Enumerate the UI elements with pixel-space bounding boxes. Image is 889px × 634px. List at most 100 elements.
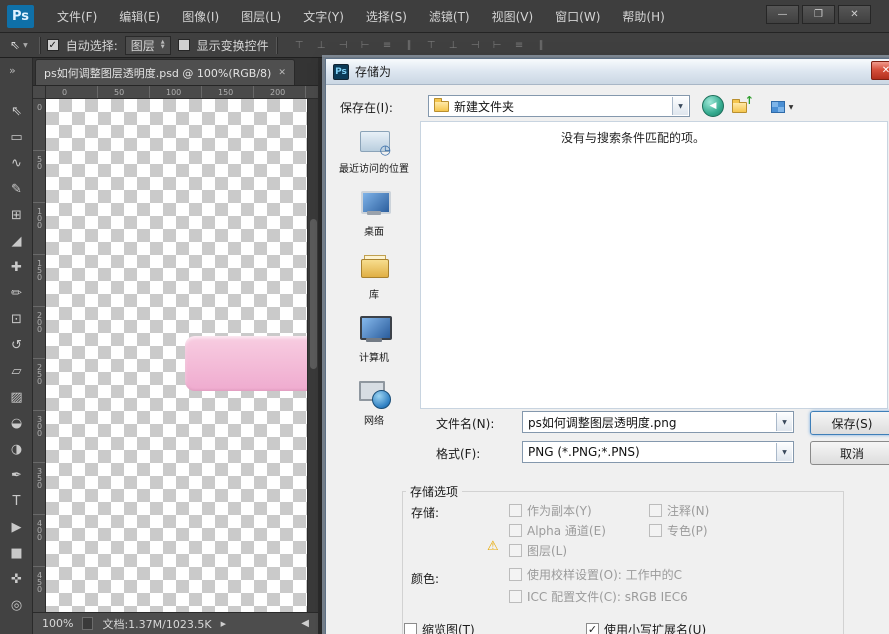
quick-selection-tool[interactable]: ✎: [4, 176, 30, 202]
place-libraries[interactable]: 库: [334, 251, 414, 301]
file-list[interactable]: 没有与搜索条件匹配的项。: [420, 121, 888, 409]
healing-brush-tool[interactable]: ✚: [4, 254, 30, 280]
align-button-3[interactable]: ⊣: [334, 36, 353, 54]
menu-bar: Ps 文件(F)编辑(E)图像(I)图层(L)文字(Y)选择(S)滤镜(T)视图…: [0, 0, 889, 33]
minimize-button[interactable]: —: [766, 5, 799, 24]
save-in-dropdown[interactable]: 新建文件夹 ▼: [428, 95, 690, 117]
annotations-checkbox[interactable]: [649, 504, 662, 517]
align-button-4[interactable]: ⊢: [356, 36, 375, 54]
place-recent-places[interactable]: 最近访问的位置: [334, 125, 414, 175]
menu-type[interactable]: 文字(Y): [292, 0, 355, 32]
menu-filter[interactable]: 滤镜(T): [418, 0, 481, 32]
hand-tool[interactable]: ✜: [4, 566, 30, 592]
place-computer[interactable]: 计算机: [334, 314, 414, 364]
up-one-level-button[interactable]: ↑: [730, 97, 754, 117]
dropdown-arrow-icon[interactable]: ▼: [672, 97, 688, 115]
close-button[interactable]: ✕: [838, 5, 871, 24]
show-transform-checkbox[interactable]: [178, 39, 190, 51]
color-row-label: 颜色:: [411, 570, 439, 587]
views-grid-icon: [771, 101, 785, 113]
clone-stamp-tool[interactable]: ⊡: [4, 306, 30, 332]
auto-select-target-value: 图层: [131, 37, 155, 54]
menu-select[interactable]: 选择(S): [355, 0, 418, 32]
align-button-9[interactable]: ⊣: [466, 36, 485, 54]
scroll-left-arrow-icon[interactable]: ◀: [301, 618, 309, 629]
align-button-7[interactable]: ⊤: [422, 36, 441, 54]
history-brush-tool[interactable]: ↺: [4, 332, 30, 358]
auto-select-target-dropdown[interactable]: 图层 ▲▼: [125, 36, 171, 55]
lasso-tool[interactable]: ∿: [4, 150, 30, 176]
eyedropper-tool[interactable]: ◢: [4, 228, 30, 254]
options-bar: ⇖ ▼ 自动选择: 图层 ▲▼ 显示变换控件 ⊤⊥⊣⊢≡∥⊤⊥⊣⊢≡∥: [0, 33, 889, 58]
separator: [39, 37, 40, 54]
rectangular-marquee-tool[interactable]: ▭: [4, 124, 30, 150]
align-button-10[interactable]: ⊢: [488, 36, 507, 54]
blur-tool[interactable]: ◒: [4, 410, 30, 436]
align-button-2[interactable]: ⊥: [312, 36, 331, 54]
move-tool-icon: ⇖: [10, 38, 20, 52]
collapse-panel-chevron-icon[interactable]: »: [9, 64, 16, 77]
gradient-tool[interactable]: ▨: [4, 384, 30, 410]
place-network[interactable]: 网络: [334, 377, 414, 427]
icc-profile-checkbox[interactable]: [509, 590, 522, 603]
dialog-close-button[interactable]: ✕: [871, 61, 889, 80]
status-options-arrow-icon[interactable]: ▶: [221, 620, 226, 628]
restore-button[interactable]: ❐: [802, 5, 835, 24]
document-tab[interactable]: ps如何调整图层透明度.psd @ 100%(RGB/8) ✕: [35, 59, 295, 85]
menu-file[interactable]: 文件(F): [46, 0, 108, 32]
align-button-1[interactable]: ⊤: [290, 36, 309, 54]
alpha-channels-checkbox[interactable]: [509, 524, 522, 537]
type-tool[interactable]: T: [4, 488, 30, 514]
menu-window[interactable]: 窗口(W): [544, 0, 611, 32]
menu-image[interactable]: 图像(I): [171, 0, 230, 32]
auto-select-checkbox[interactable]: [47, 39, 59, 51]
filename-input[interactable]: ps如何调整图层透明度.png ▼: [522, 411, 794, 433]
zoom-level[interactable]: 100%: [42, 617, 73, 630]
menu-edit[interactable]: 编辑(E): [108, 0, 171, 32]
use-proof-checkbox[interactable]: [509, 568, 522, 581]
shape-tool[interactable]: ■: [4, 540, 30, 566]
pen-tool[interactable]: ✒: [4, 462, 30, 488]
format-dropdown[interactable]: PNG (*.PNG;*.PNS) ▼: [522, 441, 794, 463]
scrollbar-thumb[interactable]: [310, 219, 317, 369]
canvas[interactable]: [46, 99, 318, 612]
canvas-vertical-scrollbar[interactable]: [307, 99, 318, 612]
show-transform-label: 显示变换控件: [197, 37, 269, 54]
dropdown-arrow-icon[interactable]: ▼: [776, 443, 792, 461]
align-button-11[interactable]: ≡: [510, 36, 529, 54]
views-menu-button[interactable]: ▼: [764, 97, 800, 117]
dropdown-arrow-icon[interactable]: ▼: [776, 413, 792, 431]
cancel-button[interactable]: 取消: [810, 441, 889, 465]
align-button-6[interactable]: ∥: [400, 36, 419, 54]
align-button-8[interactable]: ⊥: [444, 36, 463, 54]
alpha-channels-option: Alpha 通道(E): [509, 522, 606, 539]
chevron-down-icon: ▼: [789, 104, 794, 111]
document-status-bar: 100% 文档:1.37M/1023.5K ▶ ◀: [33, 612, 318, 634]
zoom-tool[interactable]: ◎: [4, 592, 30, 618]
save-button[interactable]: 保存(S): [810, 411, 889, 435]
thumbnail-checkbox[interactable]: [404, 623, 417, 634]
menu-view[interactable]: 视图(V): [481, 0, 545, 32]
eraser-tool[interactable]: ▱: [4, 358, 30, 384]
dodge-tool[interactable]: ◑: [4, 436, 30, 462]
align-button-5[interactable]: ≡: [378, 36, 397, 54]
annotations-option: 注释(N): [649, 502, 709, 519]
brush-tool[interactable]: ✏: [4, 280, 30, 306]
crop-tool[interactable]: ⊞: [4, 202, 30, 228]
move-tool[interactable]: ⇖: [4, 98, 30, 124]
path-selection-tool[interactable]: ▶: [4, 514, 30, 540]
place-desktop[interactable]: 桌面: [334, 188, 414, 238]
menu-help[interactable]: 帮助(H): [611, 0, 675, 32]
menu-layer[interactable]: 图层(L): [230, 0, 292, 32]
tab-close-icon[interactable]: ✕: [278, 68, 286, 78]
computer-icon: [357, 314, 391, 344]
align-button-12[interactable]: ∥: [532, 36, 551, 54]
tool-preset-dropdown[interactable]: ⇖ ▼: [6, 36, 32, 54]
layers-checkbox[interactable]: [509, 544, 522, 557]
back-button[interactable]: ◀: [702, 95, 724, 117]
desktop-icon: [357, 188, 391, 218]
dialog-titlebar[interactable]: Ps 存储为: [326, 59, 889, 85]
spot-colors-checkbox[interactable]: [649, 524, 662, 537]
as-copy-checkbox[interactable]: [509, 504, 522, 517]
lowercase-ext-checkbox[interactable]: [586, 623, 599, 634]
